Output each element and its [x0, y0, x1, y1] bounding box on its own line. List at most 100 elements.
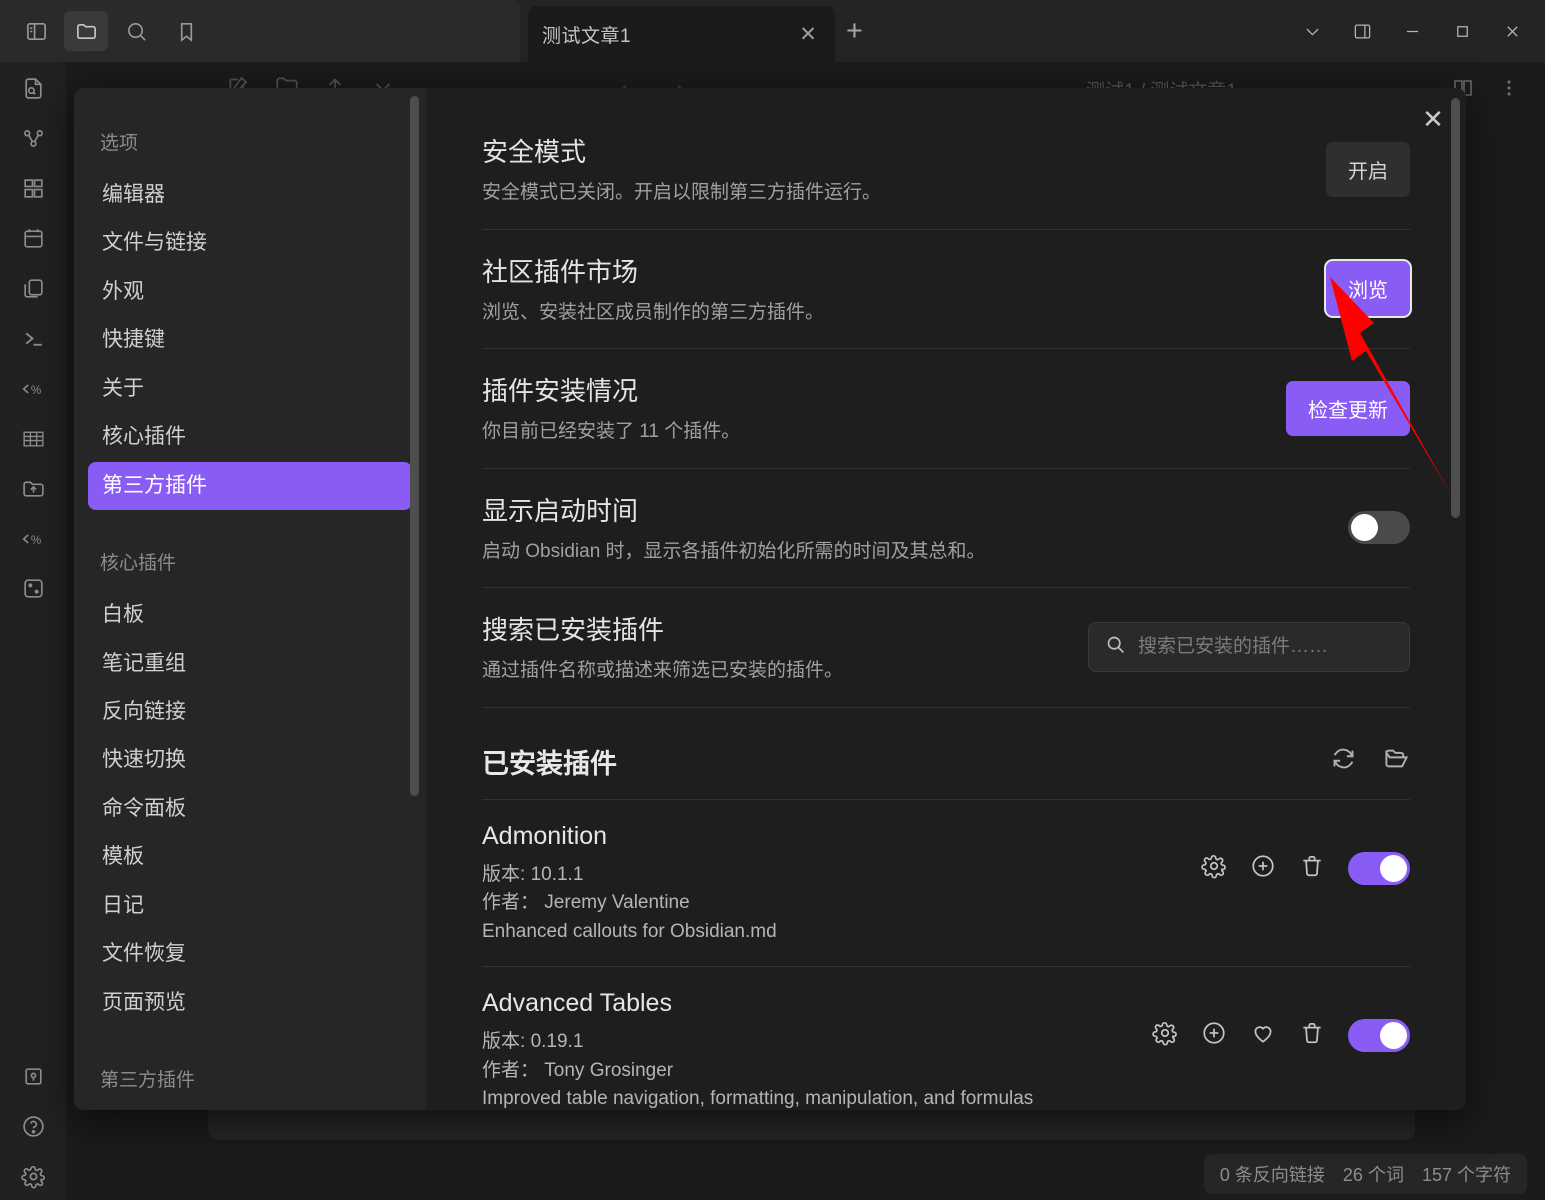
toggle-knob	[1380, 854, 1407, 882]
sidebar-scrollbar[interactable]	[410, 96, 419, 796]
core-plugins-list: 白板 笔记重组 反向链接 快速切换 命令面板 模板 日记 文件恢复 页面预览	[74, 591, 426, 1027]
open-folder-icon[interactable]	[1383, 745, 1410, 777]
options-list: 编辑器 文件与链接 外观 快捷键 关于 核心插件 第三方插件	[74, 171, 426, 511]
graph-view-icon[interactable]	[9, 114, 57, 162]
author-value: Jeremy Valentine	[544, 892, 690, 914]
gear-icon[interactable]	[1201, 853, 1227, 884]
close-icon[interactable]	[1489, 9, 1535, 53]
file-search-icon[interactable]	[9, 64, 57, 112]
sidebar-item-hotkeys[interactable]: 快捷键	[88, 316, 412, 364]
tab-close-icon[interactable]: ✕	[795, 22, 821, 47]
calendar-icon[interactable]	[9, 214, 57, 262]
sidebar-item-core-plugins[interactable]: 核心插件	[88, 413, 412, 461]
plugin-search-input[interactable]	[1138, 636, 1393, 659]
sidebar-item-quick-switcher[interactable]: 快速切换	[88, 736, 412, 784]
right-sidebar-toggle-icon[interactable]	[1339, 9, 1385, 53]
settings-gear-icon[interactable]	[9, 1152, 57, 1200]
third-party-plugins-list: Admonition Advanced Tables	[74, 1108, 426, 1110]
search-plugins-title: 搜索已安装插件	[482, 615, 665, 646]
new-tab-button[interactable]: +	[846, 14, 863, 48]
version-value: 0.19.1	[530, 1031, 584, 1053]
toggle-knob	[1380, 1022, 1407, 1050]
sidebar-item-canvas[interactable]: 白板	[88, 591, 412, 639]
settings-content: 安全模式 安全模式已关闭。开启以限制第三方插件运行。 开启 社区插件市场 浏览、…	[426, 88, 1466, 1110]
advanced-tables-enable-toggle[interactable]	[1348, 1019, 1410, 1053]
setting-row-community-marketplace: 社区插件市场 浏览、安装社区成员制作的第三方插件。 浏览	[482, 230, 1410, 350]
check-updates-button[interactable]: 检查更新	[1286, 380, 1410, 436]
sidebar-item-about[interactable]: 关于	[88, 365, 412, 413]
startup-time-toggle[interactable]	[1348, 511, 1410, 545]
installed-plugins-title: 已安装插件	[482, 748, 617, 779]
marketplace-title: 社区插件市场	[482, 256, 639, 287]
left-ribbon: % %	[0, 62, 66, 1200]
editor-tab[interactable]: 测试文章1 ✕	[528, 6, 835, 62]
setting-row-search-plugins: 搜索已安装插件 通过插件名称或描述来筛选已安装的插件。	[482, 588, 1410, 708]
sidebar-toggle-icon[interactable]	[14, 11, 58, 51]
heart-icon[interactable]	[1250, 1020, 1276, 1051]
plus-circle-icon[interactable]	[1201, 1020, 1227, 1051]
sidebar-item-templates[interactable]: 模板	[88, 833, 412, 881]
template-percent-icon[interactable]: %	[9, 514, 57, 562]
dice-icon[interactable]	[9, 564, 57, 612]
search-icon[interactable]	[114, 11, 158, 51]
more-options-icon[interactable]	[1497, 76, 1521, 105]
plus-circle-icon[interactable]	[1250, 853, 1276, 884]
sidebar-item-file-recovery[interactable]: 文件恢复	[88, 930, 412, 978]
obsidian-window: 测试文章1 ✕ + % % 0 条反向链接 26 个词 157 个字符 ✕ 选项…	[0, 0, 1545, 1200]
sidebar-item-files-links[interactable]: 文件与链接	[88, 219, 412, 267]
browse-button[interactable]: 浏览	[1326, 261, 1410, 317]
refresh-icon[interactable]	[1330, 745, 1357, 777]
sidebar-item-community-plugins[interactable]: 第三方插件	[88, 461, 412, 511]
setting-row-installed-status: 插件安装情况 你目前已经安装了 11 个插件。 检查更新	[482, 349, 1410, 469]
sidebar-item-daily-notes[interactable]: 日记	[88, 882, 412, 930]
vault-icon[interactable]	[9, 1052, 57, 1100]
search-icon	[1105, 634, 1126, 660]
copy-files-icon[interactable]	[9, 264, 57, 312]
folder-upload-icon[interactable]	[9, 464, 57, 512]
word-count: 26 个词	[1342, 1165, 1404, 1185]
plugin-item-advanced-tables: Advanced Tables 版本: 0.19.1 作者： Tony Gros…	[482, 967, 1410, 1110]
settings-content-scrollbar[interactable]	[1451, 98, 1460, 518]
version-label: 版本:	[482, 1031, 526, 1053]
sidebar-item-admonition[interactable]: Admonition	[88, 1108, 412, 1110]
search-plugins-info: 搜索已安装插件 通过插件名称或描述来筛选已安装的插件。	[482, 610, 1064, 685]
installed-status-info: 插件安装情况 你目前已经安装了 11 个插件。	[482, 371, 1262, 446]
settings-sidebar: 选项 编辑器 文件与链接 外观 快捷键 关于 核心插件 第三方插件 核心插件 白…	[74, 88, 426, 1110]
sidebar-item-note-composer[interactable]: 笔记重组	[88, 640, 412, 688]
advanced-tables-author: 作者： Tony Grosinger	[482, 1057, 1128, 1086]
sidebar-item-backlinks[interactable]: 反向链接	[88, 688, 412, 736]
startup-time-info: 显示启动时间 启动 Obsidian 时，显示各插件初始化所需的时间及其总和。	[482, 491, 1324, 566]
trash-icon[interactable]	[1299, 853, 1325, 884]
plugin-item-admonition: Admonition 版本: 10.1.1 作者： Jeremy Valenti…	[482, 800, 1410, 968]
sidebar-item-command-palette[interactable]: 命令面板	[88, 785, 412, 833]
trash-icon[interactable]	[1299, 1020, 1325, 1051]
installed-plugins-header: 已安装插件	[482, 708, 1410, 800]
admonition-info: Admonition 版本: 10.1.1 作者： Jeremy Valenti…	[482, 822, 1177, 947]
admonition-enable-toggle[interactable]	[1348, 851, 1410, 885]
sidebar-item-editor[interactable]: 编辑器	[88, 171, 412, 219]
table-icon[interactable]	[9, 414, 57, 462]
plugin-search-box[interactable]	[1088, 622, 1410, 673]
gear-icon[interactable]	[1152, 1020, 1178, 1051]
terminal-icon[interactable]	[9, 314, 57, 362]
chevron-down-icon[interactable]	[1289, 9, 1335, 53]
bookmark-icon[interactable]	[164, 11, 208, 51]
advanced-tables-actions	[1152, 989, 1410, 1053]
safe-mode-enable-button[interactable]: 开启	[1326, 141, 1410, 197]
title-bar: 测试文章1 ✕ +	[0, 0, 1545, 62]
version-value: 10.1.1	[530, 863, 584, 885]
dashboard-icon[interactable]	[9, 164, 57, 212]
help-icon[interactable]	[9, 1102, 57, 1150]
titlebar-left-tools	[0, 0, 520, 62]
sidebar-item-page-preview[interactable]: 页面预览	[88, 979, 412, 1027]
maximize-icon[interactable]	[1439, 9, 1485, 53]
minimize-icon[interactable]	[1389, 9, 1435, 53]
templater-icon[interactable]: %	[9, 364, 57, 412]
safe-mode-desc: 安全模式已关闭。开启以限制第三方插件运行。	[482, 182, 882, 203]
settings-close-button[interactable]: ✕	[1416, 102, 1450, 136]
setting-row-startup-time: 显示启动时间 启动 Obsidian 时，显示各插件初始化所需的时间及其总和。	[482, 469, 1410, 589]
sidebar-item-appearance[interactable]: 外观	[88, 268, 412, 316]
advanced-tables-name: Advanced Tables	[482, 989, 672, 1018]
advanced-tables-info: Advanced Tables 版本: 0.19.1 作者： Tony Gros…	[482, 989, 1128, 1110]
folder-icon[interactable]	[64, 11, 108, 51]
